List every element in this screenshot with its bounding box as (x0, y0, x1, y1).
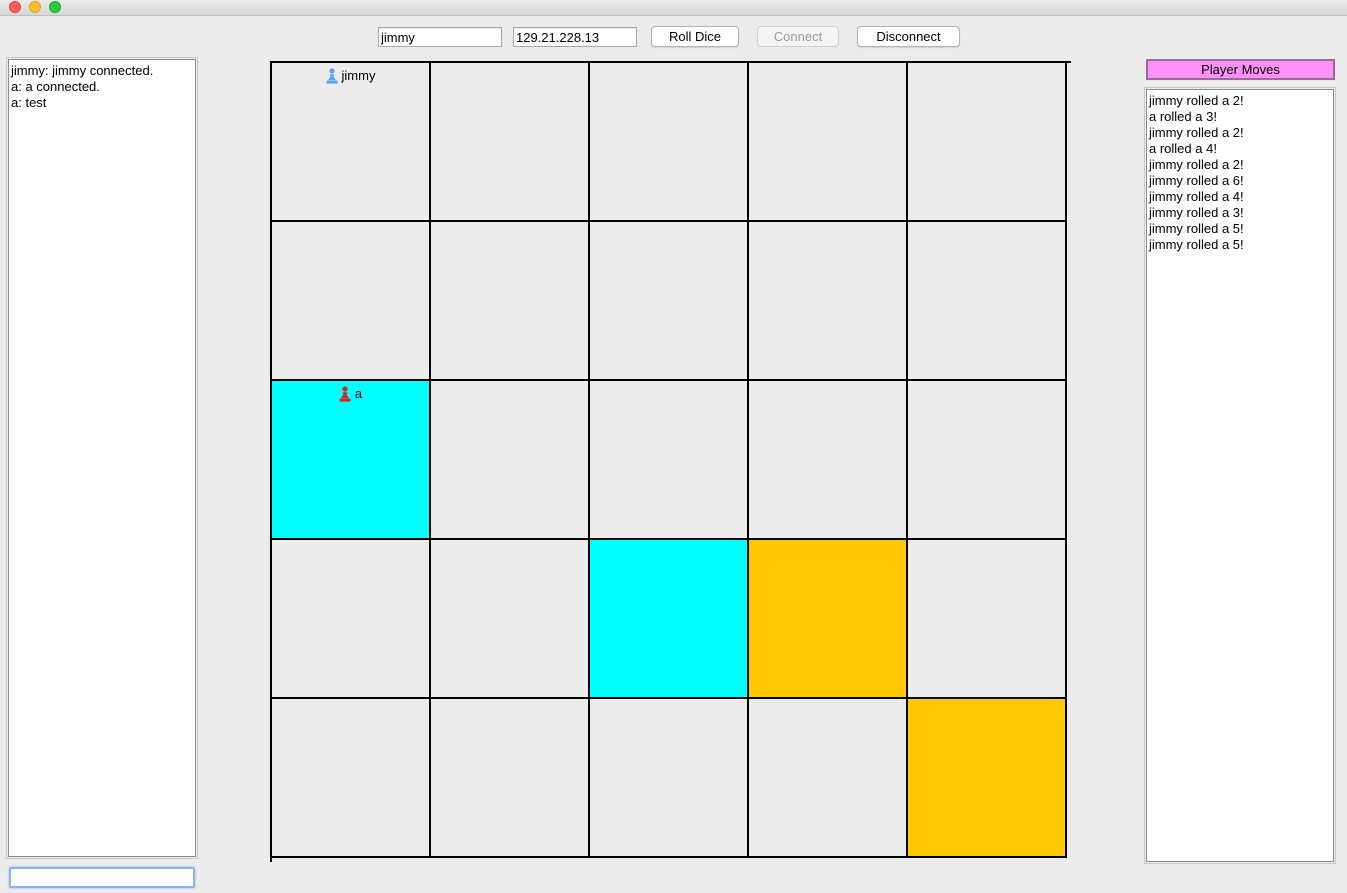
move-line: jimmy rolled a 2! (1149, 157, 1244, 172)
connect-button[interactable]: Connect (757, 26, 839, 47)
board-cell-4-2 (590, 699, 749, 858)
board-cell-4-3 (749, 699, 908, 858)
roll-dice-button[interactable]: Roll Dice (651, 26, 739, 47)
player-token: a (272, 386, 429, 402)
player-moves-header: Player Moves (1146, 59, 1335, 80)
move-line: jimmy rolled a 6! (1149, 173, 1244, 188)
board-cell-2-1 (431, 381, 590, 540)
move-line: jimmy rolled a 5! (1149, 237, 1244, 252)
board-cell-4-1 (431, 699, 590, 858)
server-ip-input[interactable] (513, 27, 637, 47)
game-board: jimmy a (270, 61, 1071, 862)
move-line: a rolled a 4! (1149, 141, 1217, 156)
pawn-icon (326, 68, 338, 84)
board-cell-1-3 (749, 222, 908, 381)
window-titlebar (0, 0, 1347, 16)
minimize-window-button[interactable] (29, 1, 41, 13)
player-name-input[interactable] (378, 27, 502, 47)
move-line: jimmy rolled a 4! (1149, 189, 1244, 204)
zoom-window-button[interactable] (49, 1, 61, 13)
board-cell-1-1 (431, 222, 590, 381)
board-cell-4-4 (908, 699, 1067, 858)
board-cell-3-1 (431, 540, 590, 699)
move-line: jimmy rolled a 3! (1149, 205, 1244, 220)
chat-log[interactable]: jimmy: jimmy connected. a: a connected. a:… (6, 57, 198, 859)
board-cell-4-0 (272, 699, 431, 858)
disconnect-button[interactable]: Disconnect (857, 26, 960, 47)
chat-line: a: test (11, 95, 47, 110)
move-line: jimmy rolled a 2! (1149, 93, 1244, 108)
pawn-icon (339, 386, 351, 402)
board-cell-2-0: a (272, 381, 431, 540)
player-token: jimmy (272, 68, 429, 84)
player-token-name: jimmy (341, 68, 376, 83)
board-cell-3-0 (272, 540, 431, 699)
move-line: a rolled a 3! (1149, 109, 1217, 124)
board-cell-0-1 (431, 63, 590, 222)
board-cell-3-2 (590, 540, 749, 699)
board-cell-0-2 (590, 63, 749, 222)
board-cell-1-2 (590, 222, 749, 381)
move-line: jimmy rolled a 5! (1149, 221, 1244, 236)
board-cell-0-4 (908, 63, 1067, 222)
close-window-button[interactable] (9, 1, 21, 13)
player-moves-log[interactable]: jimmy rolled a 2! a rolled a 3! jimmy roll… (1144, 87, 1336, 864)
player-token-name: a (354, 386, 363, 401)
move-line: jimmy rolled a 2! (1149, 125, 1244, 140)
chat-input[interactable] (9, 867, 195, 888)
board-cell-2-3 (749, 381, 908, 540)
board-cell-0-3 (749, 63, 908, 222)
board-cell-2-4 (908, 381, 1067, 540)
board-cell-3-3 (749, 540, 908, 699)
chat-line: a: a connected. (11, 79, 100, 94)
board-cell-0-0: jimmy (272, 63, 431, 222)
board-cell-1-4 (908, 222, 1067, 381)
chat-line: jimmy: jimmy connected. (11, 63, 154, 78)
board-cell-3-4 (908, 540, 1067, 699)
board-cell-2-2 (590, 381, 749, 540)
board-cell-1-0 (272, 222, 431, 381)
